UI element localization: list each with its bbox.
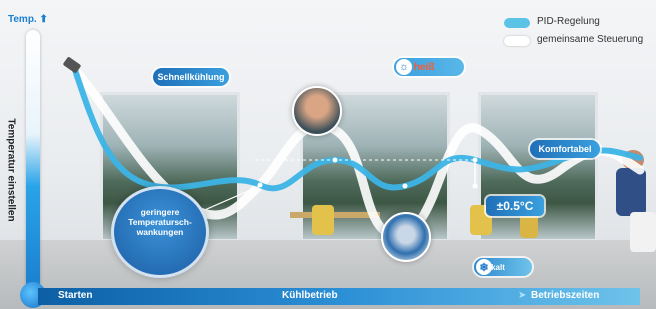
sun-icon: ☼	[396, 59, 412, 75]
callout-too-hot: ☼ zu heiß	[394, 58, 464, 76]
end-label: Betriebszeiten	[531, 290, 600, 301]
thermometer	[26, 30, 40, 290]
callout-schnellkuehlung: Schnellkühlung	[153, 68, 229, 86]
arrow-right-icon: ➤	[518, 290, 527, 301]
avatar-cold-person	[381, 212, 431, 262]
arrow-up-icon: ⬆	[39, 14, 48, 25]
callout-komfortabel: Komfortabel	[530, 140, 600, 158]
start-label: Starten	[58, 290, 93, 301]
callout-too-cold: ❄ zu kalt	[474, 258, 532, 276]
callout-lower-fluctuation: geringere Temperatursch- wankungen	[111, 186, 209, 278]
infographic: Temp. ⬆ Temperatur einstellen Starten Kü…	[0, 0, 656, 309]
temp-label: Temp. ⬆	[8, 14, 48, 25]
temp-text: Temp.	[8, 14, 37, 25]
callout-accuracy: ±0.5°C	[486, 196, 544, 216]
middle-label: Kühlbetrieb	[282, 290, 338, 301]
legend-label-pid: PID-Regelung	[537, 16, 600, 27]
legend-swatch-pid	[504, 18, 530, 28]
snowflake-icon: ❄	[476, 259, 492, 275]
avatar-hot-person	[292, 86, 342, 136]
vertical-axis-label: Temperatur einstellen	[5, 118, 17, 222]
legend-label-common: gemeinsame Steuerung	[537, 34, 644, 45]
legend-swatch-common	[504, 36, 530, 46]
